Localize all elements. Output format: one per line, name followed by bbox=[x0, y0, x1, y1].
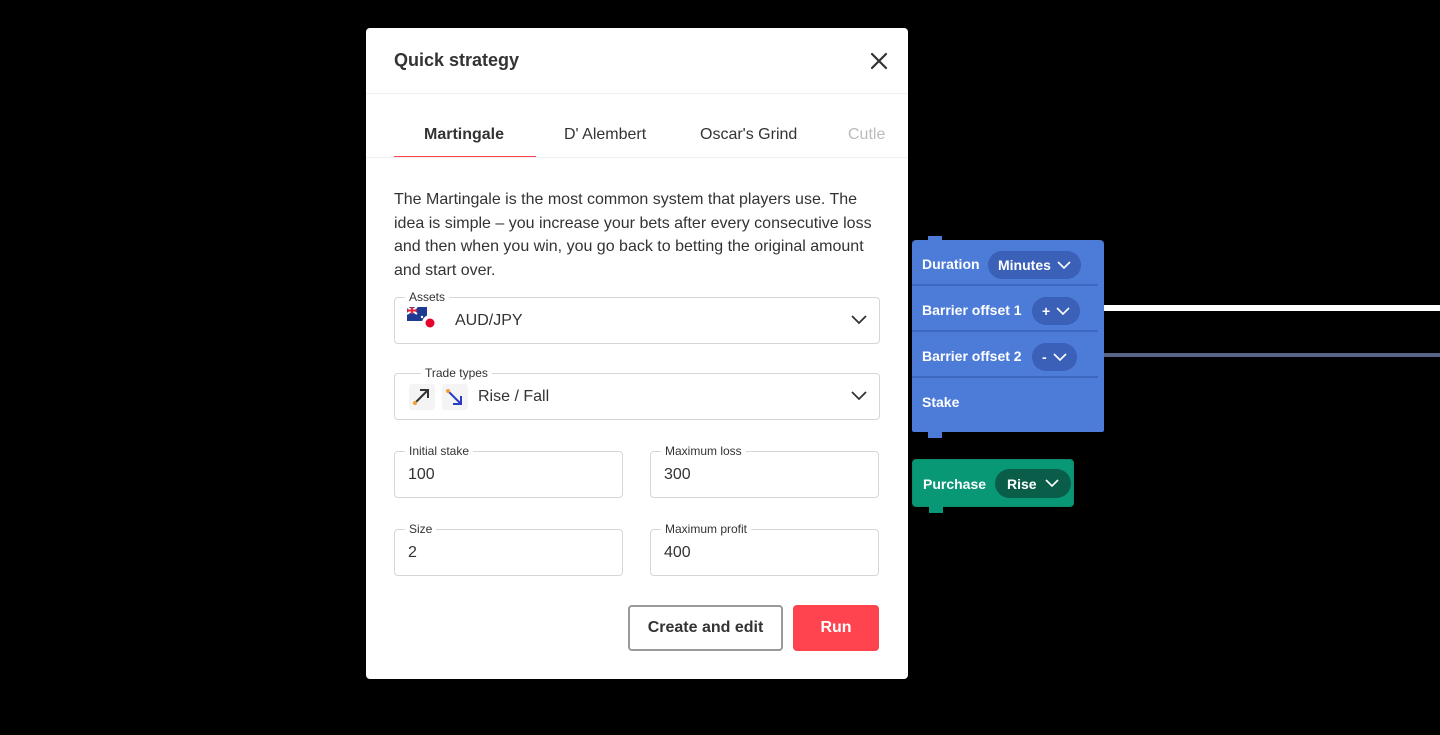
purchase-dropdown-value: Rise bbox=[1007, 475, 1037, 492]
maximum-loss-field[interactable]: Maximum loss 300 bbox=[650, 444, 879, 498]
barrier-offset-2-dropdown[interactable]: - bbox=[1032, 343, 1077, 371]
active-tab-indicator bbox=[394, 156, 536, 157]
duration-dropdown-value: Minutes bbox=[998, 257, 1051, 273]
duration-label: Duration bbox=[922, 256, 980, 272]
trade-parameters-block[interactable]: Duration Minutes Barrier offset 1 + Barr… bbox=[912, 236, 1104, 438]
stake-label: Stake bbox=[922, 394, 960, 410]
duration-dropdown[interactable]: Minutes bbox=[988, 251, 1081, 279]
modal-header: Quick strategy bbox=[366, 28, 908, 94]
barrier-offset-1-label: Barrier offset 1 bbox=[922, 302, 1022, 318]
barrier-offset-1-dropdown[interactable]: + bbox=[1032, 297, 1081, 325]
purchase-dropdown[interactable]: Rise bbox=[995, 469, 1071, 498]
block-notch bbox=[928, 430, 942, 438]
rise-icon bbox=[409, 384, 435, 410]
run-button[interactable]: Run bbox=[793, 605, 879, 651]
duration-row: Duration Minutes bbox=[912, 242, 1098, 286]
barrier-offset-2-dropdown-value: - bbox=[1042, 349, 1047, 365]
size-value[interactable]: 2 bbox=[408, 544, 417, 562]
barrier-offset-2-label: Barrier offset 2 bbox=[922, 348, 1022, 364]
barrier-offset-1-row: Barrier offset 1 + bbox=[912, 288, 1098, 332]
maximum-profit-value[interactable]: 400 bbox=[664, 544, 691, 562]
initial-stake-field[interactable]: Initial stake 100 bbox=[394, 444, 623, 498]
tab-d-alembert[interactable]: D' Alembert bbox=[564, 126, 646, 144]
barrier-offset-1-dropdown-value: + bbox=[1042, 303, 1051, 319]
tab-oscars-grind[interactable]: Oscar's Grind bbox=[700, 126, 797, 144]
aud-jpy-flag-icon bbox=[407, 307, 437, 331]
maximum-profit-label: Maximum profit bbox=[661, 522, 752, 536]
connector-line-white bbox=[1096, 305, 1440, 311]
chevron-down-icon bbox=[851, 391, 867, 401]
size-label: Size bbox=[405, 522, 437, 536]
connector-line-grey bbox=[1096, 353, 1440, 357]
trade-types-value: Rise / Fall bbox=[478, 388, 550, 405]
stake-row: Stake bbox=[912, 380, 1098, 424]
close-icon[interactable] bbox=[868, 50, 890, 72]
chevron-down-icon bbox=[1053, 352, 1067, 361]
tab-cutler[interactable]: Cutle bbox=[848, 126, 885, 144]
chevron-down-icon bbox=[851, 315, 867, 325]
chevron-down-icon bbox=[1045, 479, 1059, 488]
maximum-profit-field[interactable]: Maximum profit 400 bbox=[650, 522, 879, 576]
maximum-loss-value[interactable]: 300 bbox=[664, 466, 691, 484]
quick-strategy-modal: Quick strategy Martingale D' Alembert Os… bbox=[366, 28, 908, 679]
trade-types-select[interactable]: Trade types Rise / Fall bbox=[394, 366, 880, 420]
assets-select[interactable]: Assets AUD/JPY bbox=[394, 290, 880, 344]
tab-martingale[interactable]: Martingale bbox=[424, 126, 504, 144]
chevron-down-icon bbox=[1056, 306, 1070, 315]
purchase-label: Purchase bbox=[923, 476, 987, 492]
barrier-offset-2-row: Barrier offset 2 - bbox=[912, 334, 1098, 378]
fall-icon bbox=[442, 384, 468, 410]
maximum-loss-label: Maximum loss bbox=[661, 444, 746, 458]
block-notch bbox=[929, 506, 943, 513]
chevron-down-icon bbox=[1057, 260, 1071, 269]
initial-stake-label: Initial stake bbox=[405, 444, 474, 458]
size-field[interactable]: Size 2 bbox=[394, 522, 623, 576]
assets-label: Assets bbox=[405, 290, 450, 304]
initial-stake-value[interactable]: 100 bbox=[408, 466, 435, 484]
strategy-tabs: Martingale D' Alembert Oscar's Grind Cut… bbox=[366, 112, 908, 158]
assets-value: AUD/JPY bbox=[455, 312, 523, 329]
modal-title: Quick strategy bbox=[394, 50, 520, 70]
strategy-description: The Martingale is the most common system… bbox=[394, 191, 872, 279]
trade-types-label: Trade types bbox=[421, 366, 492, 380]
purchase-block[interactable]: Purchase Rise bbox=[912, 459, 1074, 513]
create-and-edit-button[interactable]: Create and edit bbox=[628, 605, 783, 651]
